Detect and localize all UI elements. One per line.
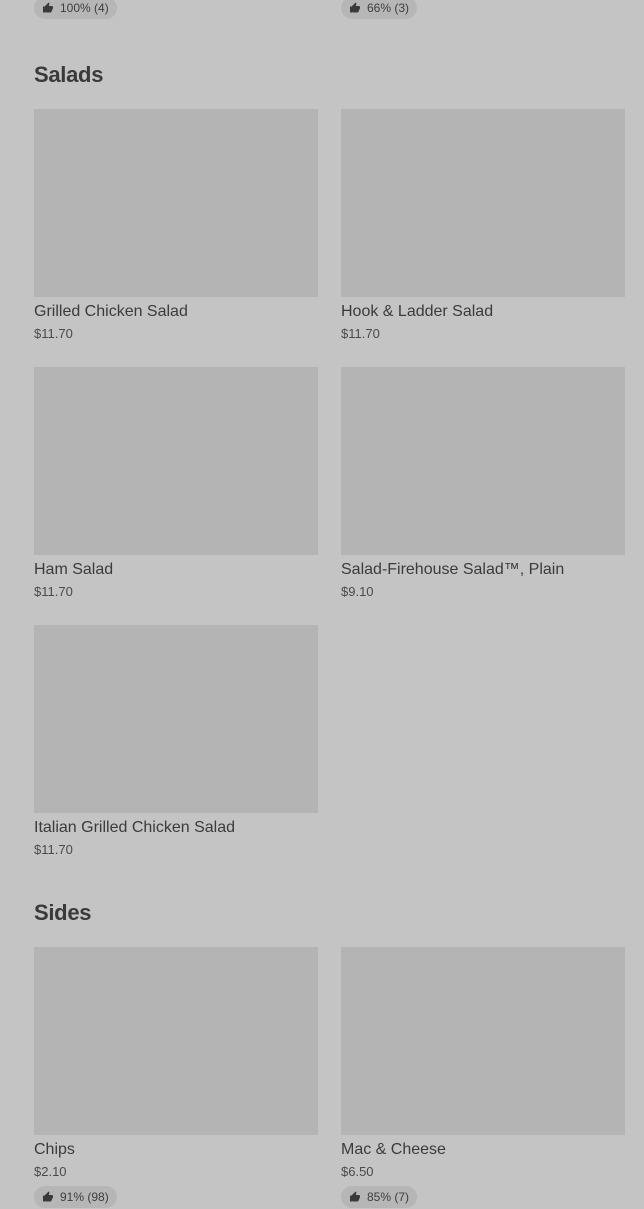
item-price: $11.70 bbox=[341, 326, 380, 341]
menu-item-card[interactable]: Grilled Chicken Salad $11.70 bbox=[34, 109, 318, 344]
item-name: Ham Salad bbox=[34, 561, 114, 578]
item-price: $11.70 bbox=[34, 584, 73, 599]
menu-item-card[interactable]: Chips $2.10 bbox=[34, 947, 318, 1182]
rating-badge: 66% (3) bbox=[341, 0, 418, 19]
item-image-placeholder bbox=[34, 947, 318, 1135]
rating-text: 91% (98) bbox=[60, 1190, 109, 1204]
rating-badge: 100% (4) bbox=[34, 0, 117, 19]
item-image-placeholder bbox=[34, 109, 318, 297]
item-image-placeholder bbox=[341, 109, 625, 297]
section-title-salads: Salads bbox=[34, 62, 104, 87]
thumbs-up-icon bbox=[350, 1191, 360, 1202]
rating-text: 85% (7) bbox=[367, 1190, 410, 1204]
menu-item-card[interactable]: Mac & Cheese $6.50 bbox=[341, 947, 625, 1182]
rating-badge: 91% (98) bbox=[34, 1186, 117, 1208]
item-price: $11.70 bbox=[34, 842, 73, 857]
menu-item-card[interactable]: Ham Salad $11.70 bbox=[34, 367, 318, 602]
thumbs-up-icon bbox=[350, 2, 360, 13]
item-image-placeholder bbox=[341, 947, 625, 1135]
section-title-sides: Sides bbox=[34, 900, 92, 925]
menu-item-card[interactable]: Salad-Firehouse Salad™, Plain $9.10 bbox=[341, 367, 625, 602]
item-name: Grilled Chicken Salad bbox=[34, 303, 188, 320]
item-name: Chips bbox=[34, 1141, 75, 1158]
menu-item-card[interactable]: Italian Grilled Chicken Salad $11.70 bbox=[34, 625, 318, 860]
menu-item-card[interactable]: Hook & Ladder Salad $11.70 bbox=[341, 109, 625, 344]
rating-text: 66% (3) bbox=[367, 1, 410, 15]
item-price: $9.10 bbox=[341, 584, 374, 599]
item-price: $2.10 bbox=[34, 1164, 67, 1179]
rating-badge: 85% (7) bbox=[341, 1186, 418, 1208]
item-name: Mac & Cheese bbox=[341, 1141, 446, 1158]
item-image-placeholder bbox=[34, 625, 318, 813]
item-name: Hook & Ladder Salad bbox=[341, 303, 494, 320]
menu-page: 100% (4) 66% (3) Salads Grilled Chicken … bbox=[0, 0, 644, 1209]
thumbs-up-icon bbox=[43, 1191, 53, 1202]
item-price: $6.50 bbox=[341, 1164, 374, 1179]
item-image-placeholder bbox=[34, 367, 318, 555]
item-price: $11.70 bbox=[34, 326, 73, 341]
item-image-placeholder bbox=[341, 367, 625, 555]
rating-text: 100% (4) bbox=[60, 1, 109, 15]
thumbs-up-icon bbox=[43, 2, 53, 13]
item-name: Salad-Firehouse Salad™, Plain bbox=[341, 561, 565, 578]
item-name: Italian Grilled Chicken Salad bbox=[34, 819, 235, 836]
